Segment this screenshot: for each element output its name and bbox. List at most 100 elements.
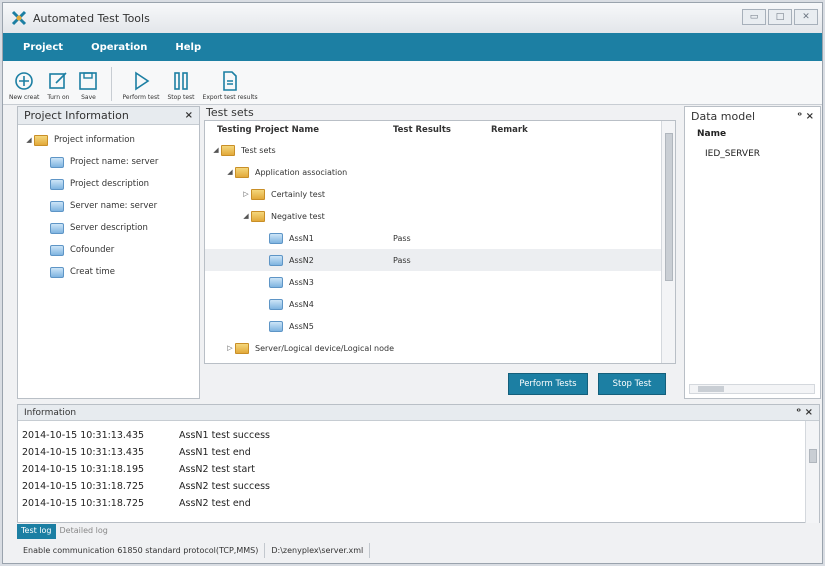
menu-help[interactable]: Help xyxy=(175,42,201,53)
toolbar-separator xyxy=(111,67,113,101)
test-row[interactable]: AssN3 xyxy=(205,271,675,293)
save-label: Save xyxy=(81,94,96,101)
project-info-item[interactable]: Creat time xyxy=(24,261,199,283)
grid-rows: ◢ Test sets ◢ Application association ▷ Certa… xyxy=(205,139,675,359)
data-model-hscrollbar[interactable] xyxy=(689,384,815,394)
tree-root-project-info[interactable]: ◢ Project information xyxy=(24,129,199,151)
project-info-item[interactable]: Project name: server xyxy=(24,151,199,173)
test-item-icon xyxy=(269,254,283,266)
expand-arrow-icon[interactable]: ◢ xyxy=(241,212,251,220)
log-message: AssN2 test start xyxy=(179,464,255,475)
stop-test-button-panel[interactable]: Stop Test xyxy=(598,373,666,395)
test-row-result: Pass xyxy=(393,255,411,265)
test-item-icon xyxy=(269,298,283,310)
test-row-name: AssN4 xyxy=(289,299,314,309)
grid-header: Testing Project Name Test Results Remark xyxy=(205,121,675,139)
expand-arrow-icon[interactable]: ▷ xyxy=(225,344,235,352)
app-logo-icon xyxy=(11,10,27,26)
test-row[interactable]: ◢ Test sets xyxy=(205,139,675,161)
log-time: 2014-10-15 10:31:13.435 xyxy=(22,447,145,458)
close-window-button[interactable]: ✕ xyxy=(794,9,818,25)
scrollbar-thumb[interactable] xyxy=(665,133,673,281)
export-results-button[interactable]: Export test results xyxy=(203,70,258,101)
data-model-header: Data model ᵒ × xyxy=(685,107,820,125)
collapse-arrow-icon[interactable]: ◢ xyxy=(24,136,34,144)
perform-test-label: Perform test xyxy=(122,94,160,101)
log-vertical-scrollbar[interactable] xyxy=(805,421,819,523)
save-button[interactable]: Save xyxy=(77,70,99,101)
log-time: 2014-10-15 10:31:18.195 xyxy=(22,464,145,475)
hscroll-thumb[interactable] xyxy=(698,386,724,392)
test-row-name: Negative test xyxy=(271,211,325,221)
minimize-button[interactable]: ▭ xyxy=(742,9,766,25)
col-testing-project-name[interactable]: Testing Project Name xyxy=(205,125,393,135)
folder-icon xyxy=(251,188,265,200)
project-info-item[interactable]: Server name: server xyxy=(24,195,199,217)
maximize-button[interactable]: □ xyxy=(768,9,792,25)
save-icon xyxy=(79,72,98,90)
test-row[interactable]: ▷ Server/Logical device/Logical node xyxy=(205,337,675,359)
test-row[interactable]: AssN5 xyxy=(205,315,675,337)
grid-vertical-scrollbar[interactable] xyxy=(661,121,675,363)
test-row[interactable]: ▷ Certainly test xyxy=(205,183,675,205)
test-row-name: AssN3 xyxy=(289,277,314,287)
project-info-item[interactable]: Project description xyxy=(24,173,199,195)
log-time: 2014-10-15 10:31:18.725 xyxy=(22,481,145,492)
information-pin-close[interactable]: ᵒ × xyxy=(796,407,813,418)
log-scrollbar-thumb[interactable] xyxy=(809,449,817,463)
information-header: Information ᵒ × xyxy=(18,405,819,421)
data-model-title: Data model xyxy=(691,109,756,123)
document-icon xyxy=(50,200,64,212)
menu-operation[interactable]: Operation xyxy=(91,42,147,53)
test-row-name: AssN1 xyxy=(289,233,314,243)
expand-arrow-icon[interactable]: ◢ xyxy=(211,146,221,154)
stop-test-button[interactable]: Stop test xyxy=(167,70,195,101)
log-message: AssN1 test end xyxy=(179,447,251,458)
project-info-item[interactable]: Server description xyxy=(24,217,199,239)
document-icon xyxy=(50,244,64,256)
tab-test-log[interactable]: Test log xyxy=(17,524,56,539)
project-info-title: Project Information xyxy=(24,109,129,122)
test-item-icon xyxy=(269,276,283,288)
menu-project[interactable]: Project xyxy=(23,42,63,53)
test-row[interactable]: ◢ Application association xyxy=(205,161,675,183)
test-sets-tab[interactable]: Test sets xyxy=(202,106,682,120)
test-row[interactable]: AssN1 Pass xyxy=(205,227,675,249)
project-info-close-button[interactable]: × xyxy=(185,110,193,121)
play-icon xyxy=(135,71,150,91)
tab-detailed-log[interactable]: Detailed log xyxy=(56,524,112,539)
test-row-result: Pass xyxy=(393,233,411,243)
folder-icon xyxy=(235,342,249,354)
menu-bar: Project Operation Help xyxy=(3,33,822,61)
turn-on-button[interactable]: Turn on xyxy=(47,70,69,101)
expand-arrow-icon[interactable]: ▷ xyxy=(241,190,251,198)
test-row[interactable]: AssN2 Pass xyxy=(205,249,675,271)
log-list: 2014-10-15 10:31:13.435 AssN1 test succes… xyxy=(18,421,819,512)
test-sets-panel: Test sets Testing Project Name Test Resu… xyxy=(202,106,682,399)
data-model-pin-close[interactable]: ᵒ × xyxy=(797,111,814,122)
tree-root-label: Project information xyxy=(54,135,135,145)
document-icon xyxy=(50,266,64,278)
perform-test-button[interactable]: Perform test xyxy=(122,70,159,101)
window-title: Automated Test Tools xyxy=(33,11,150,25)
new-creat-label: New creat xyxy=(9,94,40,101)
log-line: 2014-10-15 10:31:18.725 AssN2 test end xyxy=(18,495,819,512)
project-info-item-label: Project name: server xyxy=(70,157,159,167)
information-panel: Information ᵒ × 2014-10-15 10:31:13.435 A… xyxy=(17,404,820,523)
col-test-results[interactable]: Test Results xyxy=(393,125,491,135)
project-info-item-label: Project description xyxy=(70,179,150,189)
expand-arrow-icon[interactable]: ◢ xyxy=(225,168,235,176)
project-info-item[interactable]: Cofounder xyxy=(24,239,199,261)
open-edit-icon xyxy=(49,72,67,89)
test-row[interactable]: ◢ Negative test xyxy=(205,205,675,227)
new-creat-button[interactable]: New creat xyxy=(9,70,39,101)
log-message: AssN2 test success xyxy=(179,481,270,492)
folder-icon xyxy=(34,134,48,146)
log-line: 2014-10-15 10:31:13.435 AssN1 test succes… xyxy=(18,427,819,444)
data-model-item[interactable]: IED_SERVER xyxy=(685,143,820,165)
project-info-item-label: Server name: server xyxy=(70,201,158,211)
project-info-items: Project name: server Project description S… xyxy=(24,151,199,283)
test-row[interactable]: AssN4 xyxy=(205,293,675,315)
col-remark[interactable]: Remark xyxy=(491,125,528,135)
perform-tests-button[interactable]: Perform Tests xyxy=(508,373,588,395)
